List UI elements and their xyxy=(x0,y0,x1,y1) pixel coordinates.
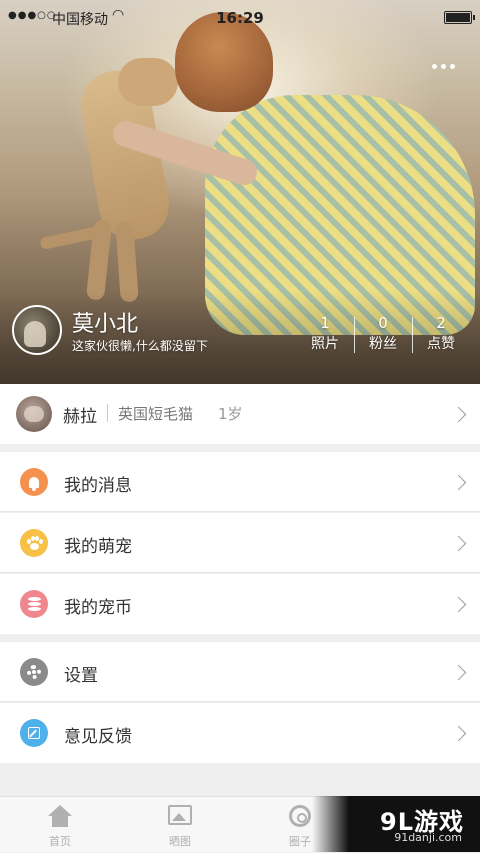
paw-icon xyxy=(20,529,48,557)
status-bar: ●●●○○ 中国移动 ◠ 16:29 xyxy=(0,0,480,36)
divider xyxy=(107,404,108,422)
tab-label: 晒图 xyxy=(169,835,191,848)
stat-fans[interactable]: 0 粉丝 xyxy=(354,313,412,355)
circle-icon xyxy=(289,805,311,827)
stat-value: 1 xyxy=(320,314,330,332)
stat-photos[interactable]: 1 照片 xyxy=(296,313,354,355)
stat-likes[interactable]: 2 点赞 xyxy=(412,313,470,355)
chevron-right-icon xyxy=(450,535,467,552)
more-dots-icon[interactable] xyxy=(428,58,458,74)
cover-dog-head xyxy=(118,58,178,106)
tab-label: 首页 xyxy=(49,835,71,848)
stat-value: 0 xyxy=(378,314,388,332)
tab-home[interactable]: 首页 xyxy=(0,797,120,853)
pet-breed: 英国短毛猫 xyxy=(118,405,194,423)
pet-age: 1岁 xyxy=(218,405,243,423)
menu-item-settings[interactable]: 设置 xyxy=(0,642,480,702)
avatar[interactable] xyxy=(12,305,62,355)
user-name: 莫小北 xyxy=(72,312,139,337)
chevron-right-icon xyxy=(450,725,467,742)
gear-icon xyxy=(20,658,48,686)
stat-value: 2 xyxy=(436,314,446,332)
divider xyxy=(0,572,480,573)
edit-icon xyxy=(20,719,48,747)
menu-item-messages[interactable]: 我的消息 xyxy=(0,452,480,512)
profile-stats: 1 照片 0 粉丝 2 点赞 xyxy=(296,313,470,355)
menu-item-my-pets[interactable]: 我的萌宠 xyxy=(0,513,480,573)
stat-label: 粉丝 xyxy=(369,336,397,352)
tab-photos[interactable]: 晒图 xyxy=(120,797,240,853)
coins-icon xyxy=(20,590,48,618)
status-time: 16:29 xyxy=(216,9,264,27)
stat-label: 点赞 xyxy=(427,336,455,352)
battery-icon xyxy=(444,11,475,24)
menu-item-pet-coins[interactable]: 我的宠币 xyxy=(0,574,480,634)
watermark: 9L游戏 91danji.com xyxy=(312,796,480,852)
divider xyxy=(0,511,480,512)
user-bio: 这家伙很懒,什么都没留下 xyxy=(72,339,208,353)
photo-icon xyxy=(168,805,192,825)
menu-item-feedback[interactable]: 意见反馈 xyxy=(0,703,480,763)
home-icon xyxy=(47,805,73,827)
chevron-right-icon xyxy=(450,474,467,491)
menu-item-label: 设置 xyxy=(64,666,98,686)
divider xyxy=(0,701,480,702)
chevron-right-icon xyxy=(450,664,467,681)
pet-name: 赫拉 xyxy=(63,407,97,427)
menu-item-label: 我的宠币 xyxy=(64,598,132,618)
watermark-site: 91danji.com xyxy=(394,831,462,844)
stat-label: 照片 xyxy=(311,336,339,352)
menu-item-label: 我的萌宠 xyxy=(64,537,132,557)
menu-item-label: 我的消息 xyxy=(64,476,132,496)
chevron-right-icon xyxy=(450,596,467,613)
bell-icon xyxy=(20,468,48,496)
pet-avatar xyxy=(16,396,52,432)
pet-row[interactable]: 赫拉 英国短毛猫 1岁 xyxy=(0,384,480,444)
menu-item-label: 意见反馈 xyxy=(64,727,132,747)
chevron-right-icon xyxy=(450,406,467,423)
